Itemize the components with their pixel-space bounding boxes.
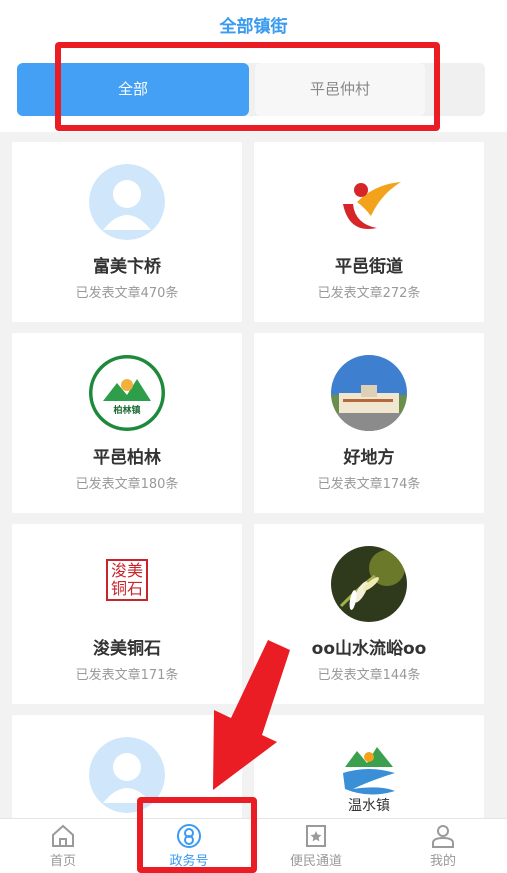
account-card[interactable]: 温水镇 [254,715,484,818]
article-count: 已发表文章144条 [317,668,421,683]
bailin-logo-text: 柏林镇 [113,406,141,416]
nav-home[interactable]: 首页 [0,819,126,873]
account-name: oo山水流峪oo [311,639,427,659]
home-icon [52,824,74,847]
account-card[interactable]: 平邑街道 已发表文章272条 [254,142,484,322]
account-card[interactable]: 好地方 已发表文章174条 [254,333,484,513]
account-name: 富美卞桥 [93,257,161,277]
flower-photo-icon [331,546,407,622]
default-user-icon [89,164,165,240]
account-name: 好地方 [343,448,395,468]
bailin-logo-icon: 柏林镇 [89,355,165,431]
building-photo-icon [331,355,407,431]
seal-logo-icon: 浚美铜石 [89,546,165,622]
page-title: 全部镇街 [219,17,288,37]
star-bookmark-icon [306,825,326,847]
annotation-highlight-nav [137,797,257,873]
article-count: 已发表文章180条 [75,477,179,492]
article-count: 已发表文章171条 [75,668,179,683]
user-icon [432,825,454,848]
nav-mine-label: 我的 [429,854,456,869]
annotation-highlight-tabs [55,42,440,131]
wenshui-logo-text: 温水镇 [348,798,390,814]
account-name: 平邑柏林 [93,448,161,468]
nav-service-label: 便民通道 [289,854,342,869]
article-count: 已发表文章174条 [317,477,421,492]
account-card[interactable]: 浚美铜石 浚美铜石 已发表文章171条 [12,524,242,704]
account-name: 浚美铜石 [93,639,161,659]
article-count: 已发表文章470条 [75,286,179,301]
account-card[interactable]: 柏林镇 平邑柏林 已发表文章180条 [12,333,242,513]
nav-home-label: 首页 [49,854,76,869]
article-count: 已发表文章272条 [317,286,421,301]
nav-service[interactable]: 便民通道 [253,819,379,873]
account-name: 平邑街道 [335,257,403,277]
wenshui-logo-icon: 温水镇 [331,737,407,817]
party-logo-icon [331,164,407,240]
account-card[interactable]: 富美卞桥 已发表文章470条 [12,142,242,322]
account-card[interactable]: oo山水流峪oo 已发表文章144条 [254,524,484,704]
nav-mine[interactable]: 我的 [380,819,506,873]
seal-logo-text: 浚美铜石 [110,561,143,598]
